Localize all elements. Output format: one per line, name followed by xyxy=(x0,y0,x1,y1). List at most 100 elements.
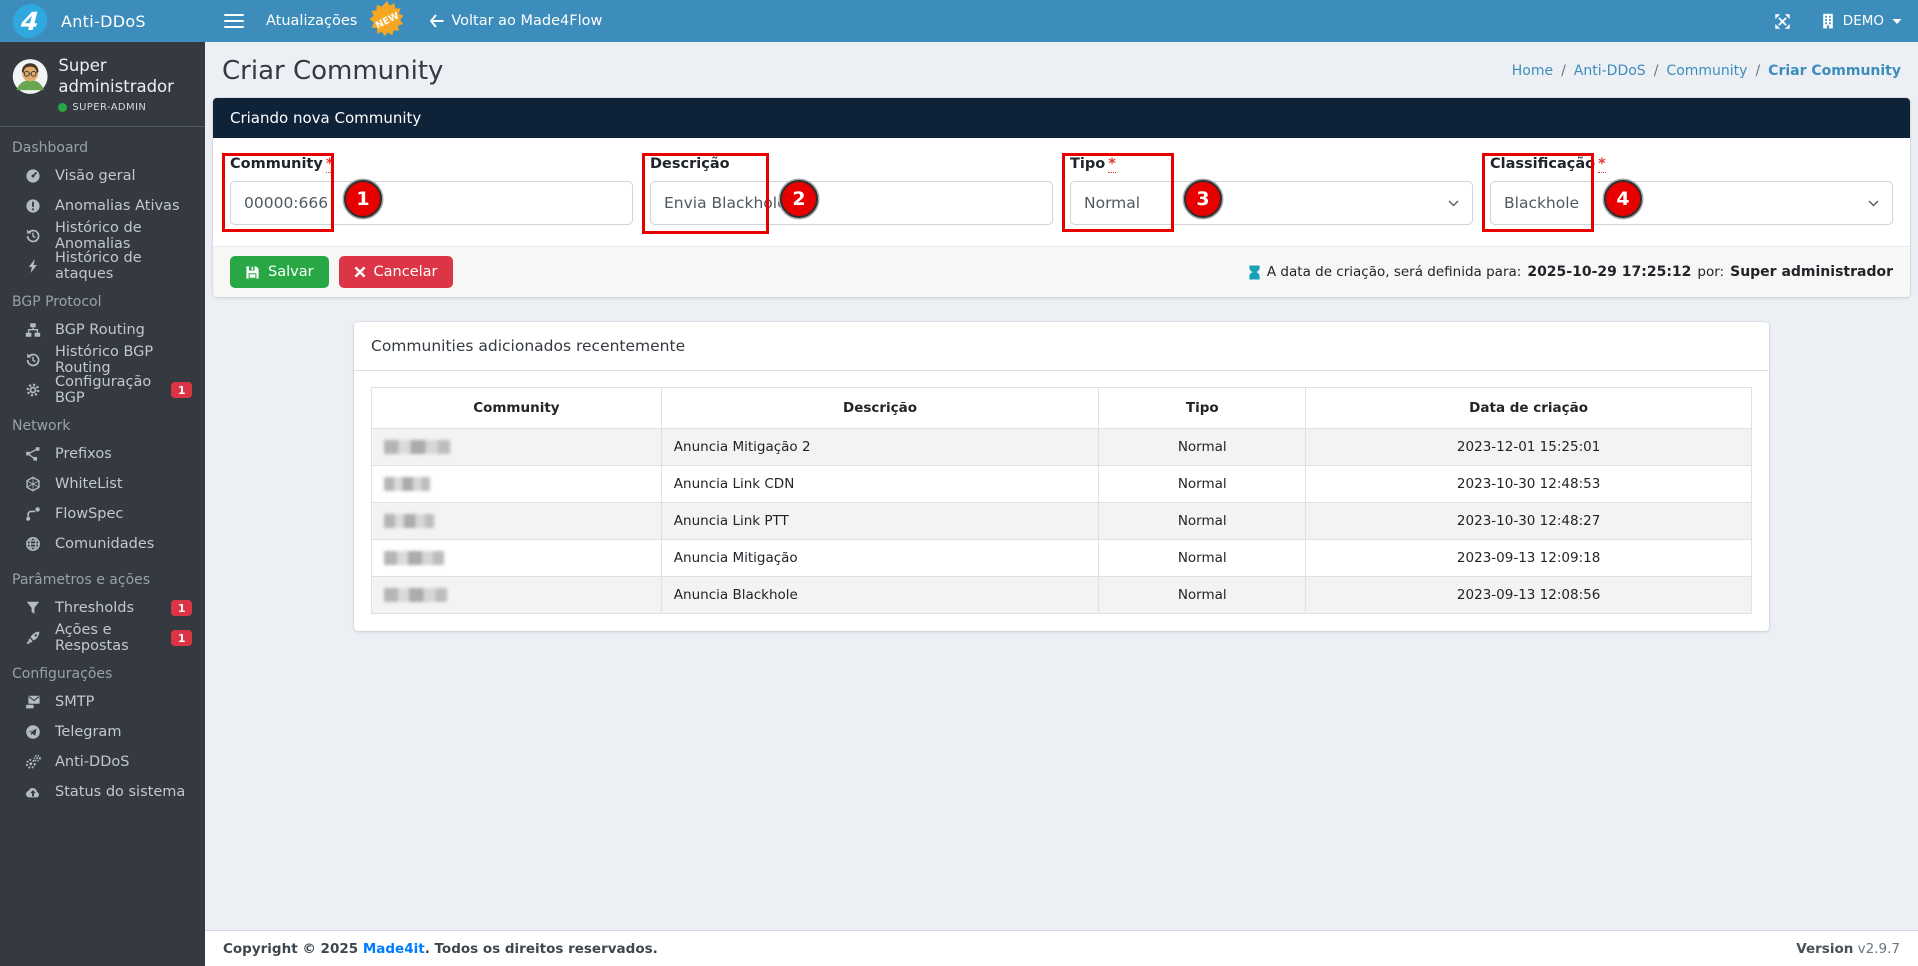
redacted-community-value xyxy=(384,440,450,454)
breadcrumb-separator: / xyxy=(1755,63,1761,79)
updates-link[interactable]: Atualizações xyxy=(266,13,357,29)
table-row: Anuncia Mitigação 2 Normal 2023-12-01 15… xyxy=(371,428,1752,466)
notification-badge: 1 xyxy=(171,382,192,399)
required-asterisk: * xyxy=(1108,156,1116,173)
breadcrumb-separator: / xyxy=(1653,63,1659,79)
sidebar-item-historico-anomalias[interactable]: Histórico de Anomalias xyxy=(0,220,205,252)
breadcrumb: Home / Anti-DDoS / Community / Criar Com… xyxy=(1512,63,1901,79)
sidebar-item-comunidades[interactable]: Comunidades xyxy=(0,529,205,559)
nav-section-configuracoes: Configurações xyxy=(12,666,113,683)
sidebar-item-status-sistema[interactable]: Status do sistema xyxy=(0,777,205,807)
nav-section-bgp-protocol: BGP Protocol xyxy=(12,294,102,311)
creation-date-value: 2025-10-29 17:25:12 xyxy=(1527,264,1692,280)
data-criacao-cell: 2023-10-30 12:48:53 xyxy=(1305,465,1752,503)
route-icon xyxy=(24,506,42,522)
save-button[interactable]: Salvar xyxy=(230,256,329,288)
redacted-community-value xyxy=(384,514,434,528)
cloud-upload-icon xyxy=(24,784,42,800)
create-community-card: Criando nova Community Community* 1 Desc… xyxy=(213,98,1910,297)
data-criacao-cell: 2023-10-30 12:48:27 xyxy=(1305,502,1752,540)
content-area: Criar Community Home / Anti-DDoS / Commu… xyxy=(205,42,1918,930)
sidebar-nav: Dashboard Visão geral Anomalias Ativas H… xyxy=(0,127,205,807)
notification-badge: 1 xyxy=(171,630,192,647)
sidebar-item-bgp-routing[interactable]: BGP Routing xyxy=(0,315,205,345)
sidebar-toggle-button[interactable] xyxy=(224,13,244,29)
copyright-text: Copyright © 2025 Made4it. Todos os direi… xyxy=(223,940,658,957)
hourglass-icon xyxy=(1249,265,1260,279)
descricao-cell: Anuncia Mitigação xyxy=(660,539,1100,577)
rocket-icon xyxy=(24,630,42,646)
back-to-made4flow-link[interactable]: Voltar ao Made4Flow xyxy=(429,13,602,29)
history-icon xyxy=(24,228,42,244)
tipo-label: Tipo * xyxy=(1070,156,1116,173)
redacted-community-value xyxy=(384,588,447,602)
annotation-circle-1: 1 xyxy=(344,180,382,218)
annotation-circle-2: 2 xyxy=(780,180,818,218)
chevron-down-icon xyxy=(1448,199,1459,207)
notification-badge: 1 xyxy=(171,600,192,617)
sidebar-item-thresholds[interactable]: Thresholds 1 xyxy=(0,593,205,623)
history-icon xyxy=(24,352,42,368)
creation-author: Super administrador xyxy=(1730,264,1893,280)
chevron-down-icon xyxy=(1868,199,1879,207)
save-icon xyxy=(246,265,259,279)
sidebar-item-anti-ddos-config[interactable]: Anti-DDoS xyxy=(0,747,205,777)
breadcrumb-current[interactable]: Criar Community xyxy=(1768,63,1901,79)
data-criacao-cell: 2023-09-13 12:08:56 xyxy=(1305,576,1752,614)
top-navbar: Atualizações NEW Voltar ao Made4Flow DEM… xyxy=(205,0,1918,42)
sidebar-item-historico-ataques[interactable]: Histórico de ataques xyxy=(0,250,205,282)
fullscreen-button[interactable] xyxy=(1774,13,1791,30)
avatar xyxy=(12,59,48,94)
user-panel: Super administrador SUPER-ADMIN xyxy=(0,42,205,128)
sidebar-item-configuracao-bgp[interactable]: Configuração BGP 1 xyxy=(0,374,205,406)
nav-section-parametros: Parâmetros e ações xyxy=(12,572,151,589)
version-text: Version v2.9.7 xyxy=(1796,940,1900,957)
sidebar-item-telegram[interactable]: Telegram xyxy=(0,717,205,747)
required-asterisk: * xyxy=(1598,156,1606,173)
tipo-select[interactable]: Normal xyxy=(1070,181,1473,225)
sitemap-icon xyxy=(24,322,42,338)
user-role-badge: SUPER-ADMIN xyxy=(72,102,147,114)
tenant-menu[interactable]: DEMO xyxy=(1821,13,1902,29)
breadcrumb-home[interactable]: Home xyxy=(1512,63,1553,79)
sidebar-item-flowspec[interactable]: FlowSpec xyxy=(0,499,205,529)
annotation-circle-4: 4 xyxy=(1604,180,1642,218)
brand-logo-area[interactable]: 4 Anti-DDoS xyxy=(0,0,205,42)
page-footer: Copyright © 2025 Made4it. Todos os direi… xyxy=(205,930,1918,966)
close-icon xyxy=(354,266,366,278)
card-title: Criando nova Community xyxy=(213,98,1910,138)
filter-icon xyxy=(24,600,42,616)
col-data-criacao: Data de criação xyxy=(1305,387,1752,429)
table-card-title: Communities adicionados recentemente xyxy=(354,322,1769,371)
descricao-input[interactable] xyxy=(650,181,1053,225)
breadcrumb-community[interactable]: Community xyxy=(1666,63,1747,79)
breadcrumb-anti-ddos[interactable]: Anti-DDoS xyxy=(1574,63,1646,79)
breadcrumb-separator: / xyxy=(1561,63,1566,79)
expand-arrows-icon xyxy=(1775,13,1790,29)
table-row: Anuncia Mitigação Normal 2023-09-13 12:0… xyxy=(371,539,1752,577)
col-descricao: Descrição xyxy=(660,387,1100,429)
tipo-cell: Normal xyxy=(1098,428,1307,466)
sidebar-item-acoes-respostas[interactable]: Ações e Respostas 1 xyxy=(0,622,205,654)
sidebar-item-historico-bgp-routing[interactable]: Histórico BGP Routing xyxy=(0,344,205,376)
annotation-circle-3: 3 xyxy=(1184,180,1222,218)
classificacao-select[interactable]: Blackhole xyxy=(1490,181,1893,225)
descricao-label: Descrição xyxy=(650,156,730,172)
caret-down-icon xyxy=(1892,18,1902,24)
sidebar-item-prefixos[interactable]: Prefixos xyxy=(0,439,205,469)
top-header: 4 Anti-DDoS Atualizações NEW Voltar ao M… xyxy=(0,0,1918,42)
sidebar-item-smtp[interactable]: SMTP xyxy=(0,687,205,717)
community-input[interactable] xyxy=(230,181,633,225)
table-header-row: Community Descrição Tipo Data de criação xyxy=(371,387,1752,429)
sidebar-item-whitelist[interactable]: WhiteList xyxy=(0,469,205,499)
recent-communities-card: Communities adicionados recentemente Com… xyxy=(354,322,1769,631)
nav-section-network: Network xyxy=(12,418,71,435)
sidebar-item-visao-geral[interactable]: Visão geral xyxy=(0,161,205,191)
table-row: Anuncia Link CDN Normal 2023-10-30 12:48… xyxy=(371,465,1752,503)
cancel-button[interactable]: Cancelar xyxy=(338,256,453,288)
made4it-link[interactable]: Made4it xyxy=(363,941,425,957)
data-criacao-cell: 2023-09-13 12:09:18 xyxy=(1305,539,1752,577)
sidebar-item-anomalias-ativas[interactable]: Anomalias Ativas xyxy=(0,191,205,221)
nav-section-dashboard: Dashboard xyxy=(12,140,88,157)
col-tipo: Tipo xyxy=(1098,387,1307,429)
